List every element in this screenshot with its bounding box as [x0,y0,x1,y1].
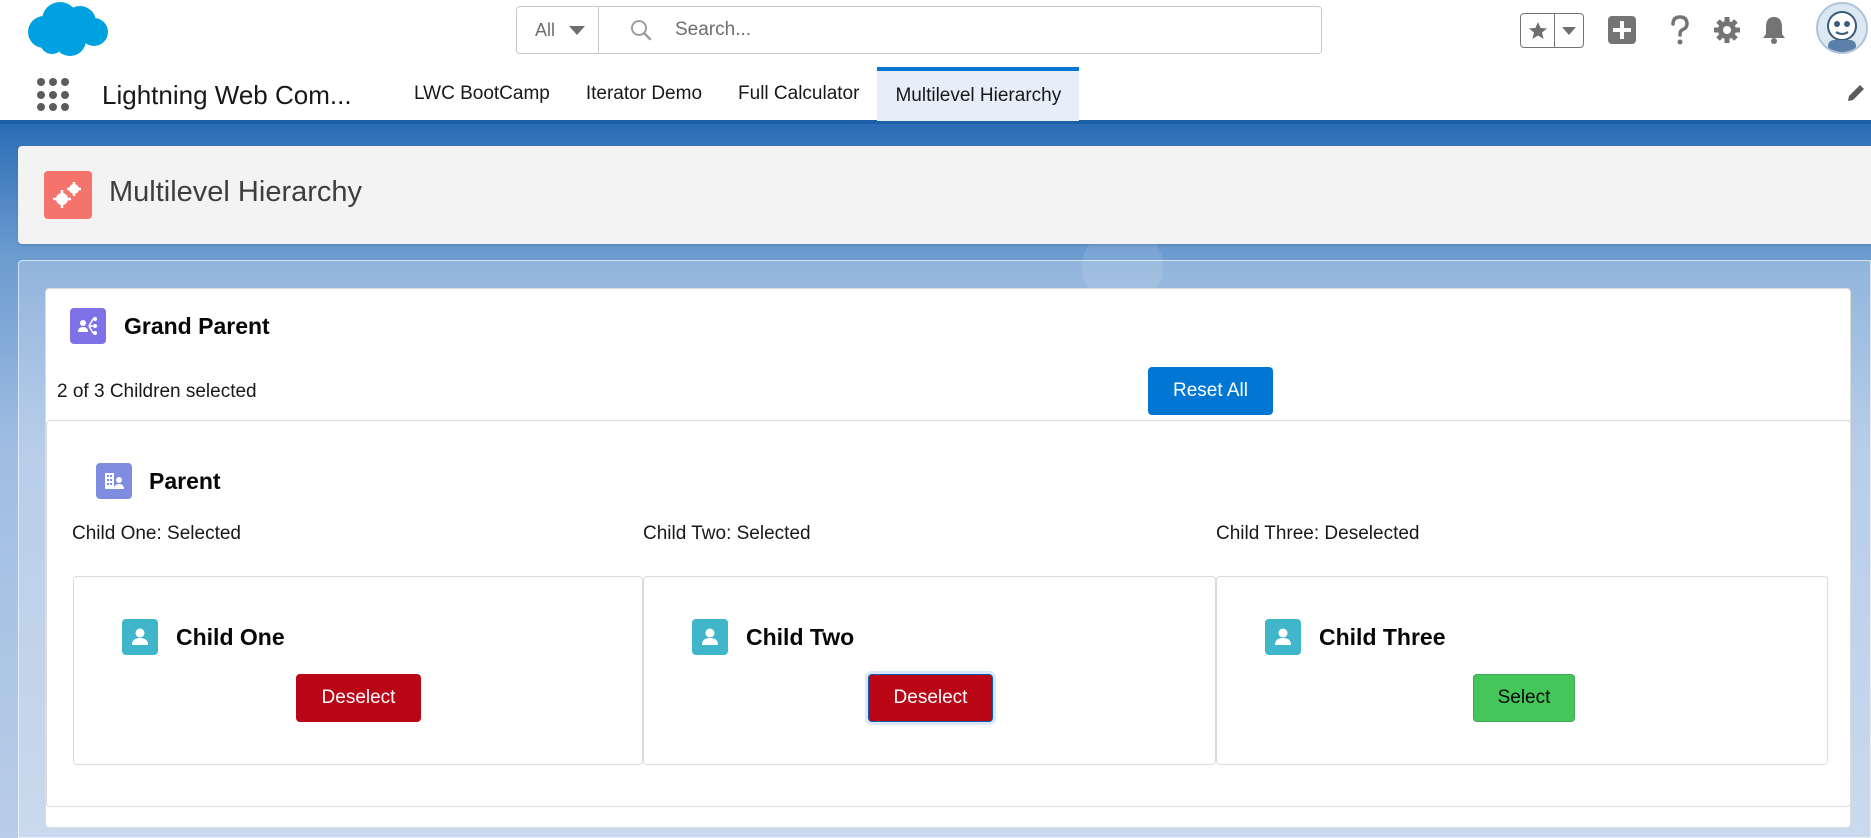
app-name: Lightning Web Com... [102,80,352,110]
tab-multilevel-hierarchy[interactable]: Multilevel Hierarchy [877,67,1080,121]
custom-gears-icon [44,171,92,219]
contact-icon [122,619,158,655]
edit-pencil-icon[interactable] [1845,82,1867,104]
child-three-header: Child Three [1265,619,1446,655]
child-two-header: Child Two [692,619,854,655]
child-one-header: Child One [122,619,285,655]
gear-icon[interactable] [1711,14,1743,46]
parent-card: Parent Child One: Selected Child Two: Se… [46,420,1851,807]
child-one-deselect-button[interactable]: Deselect [296,674,421,722]
child-three-select-button[interactable]: Select [1473,674,1575,722]
chevron-down-icon[interactable] [1555,14,1583,47]
parent-title: Parent [149,467,221,494]
global-search[interactable]: All Search... [516,6,1322,54]
tab-full-calculator[interactable]: Full Calculator [720,67,877,121]
contact-icon [1265,619,1301,655]
parent-header: Parent [96,463,221,499]
account-contact-icon [96,463,132,499]
add-icon[interactable] [1606,14,1638,46]
selected-count-text: 2 of 3 Children selected [57,381,257,402]
app-navigation-bar: Lightning Web Com... LWC BootCamp Iterat… [0,62,1871,124]
child-three-title: Child Three [1319,623,1446,650]
tab-iterator-demo[interactable]: Iterator Demo [568,67,720,121]
grand-parent-header: Grand Parent [70,308,270,344]
favorites-button-group[interactable] [1520,13,1584,48]
child-two-card: Child Two Deselect [643,576,1216,765]
child-three-status: Child Three: Deselected [1216,523,1420,544]
tab-lwc-bootcamp[interactable]: LWC BootCamp [396,67,568,121]
app-launcher-icon[interactable] [37,78,71,112]
contact-icon [692,619,728,655]
child-three-card: Child Three Select [1216,576,1828,765]
global-header: All Search... [0,0,1871,62]
child-two-title: Child Two [746,623,855,650]
grand-parent-title: Grand Parent [124,312,270,339]
child-two-status: Child Two: Selected [643,523,811,544]
page-title: Multilevel Hierarchy [109,176,363,208]
child-two-deselect-button[interactable]: Deselect [868,674,993,722]
salesforce-logo-icon[interactable] [22,0,112,60]
search-scope-label: All [535,19,556,40]
child-one-title: Child One [176,623,285,650]
user-avatar[interactable] [1816,2,1868,54]
hierarchy-icon [70,308,106,344]
chevron-down-icon [569,25,586,35]
help-icon[interactable] [1664,14,1696,46]
star-icon[interactable] [1521,14,1555,47]
child-one-card: Child One Deselect [73,576,643,765]
search-icon [631,20,652,41]
search-input[interactable]: Search... [675,19,751,41]
child-one-status: Child One: Selected [72,523,241,544]
reset-all-button[interactable]: Reset All [1148,367,1273,415]
notifications-bell-icon[interactable] [1758,14,1790,46]
search-scope-dropdown[interactable]: All [517,7,599,53]
grand-parent-card: Grand Parent 2 of 3 Children selected Re… [45,288,1851,828]
page-header: Multilevel Hierarchy [18,146,1871,244]
nav-tabs: LWC BootCamp Iterator Demo Full Calculat… [396,67,1080,121]
